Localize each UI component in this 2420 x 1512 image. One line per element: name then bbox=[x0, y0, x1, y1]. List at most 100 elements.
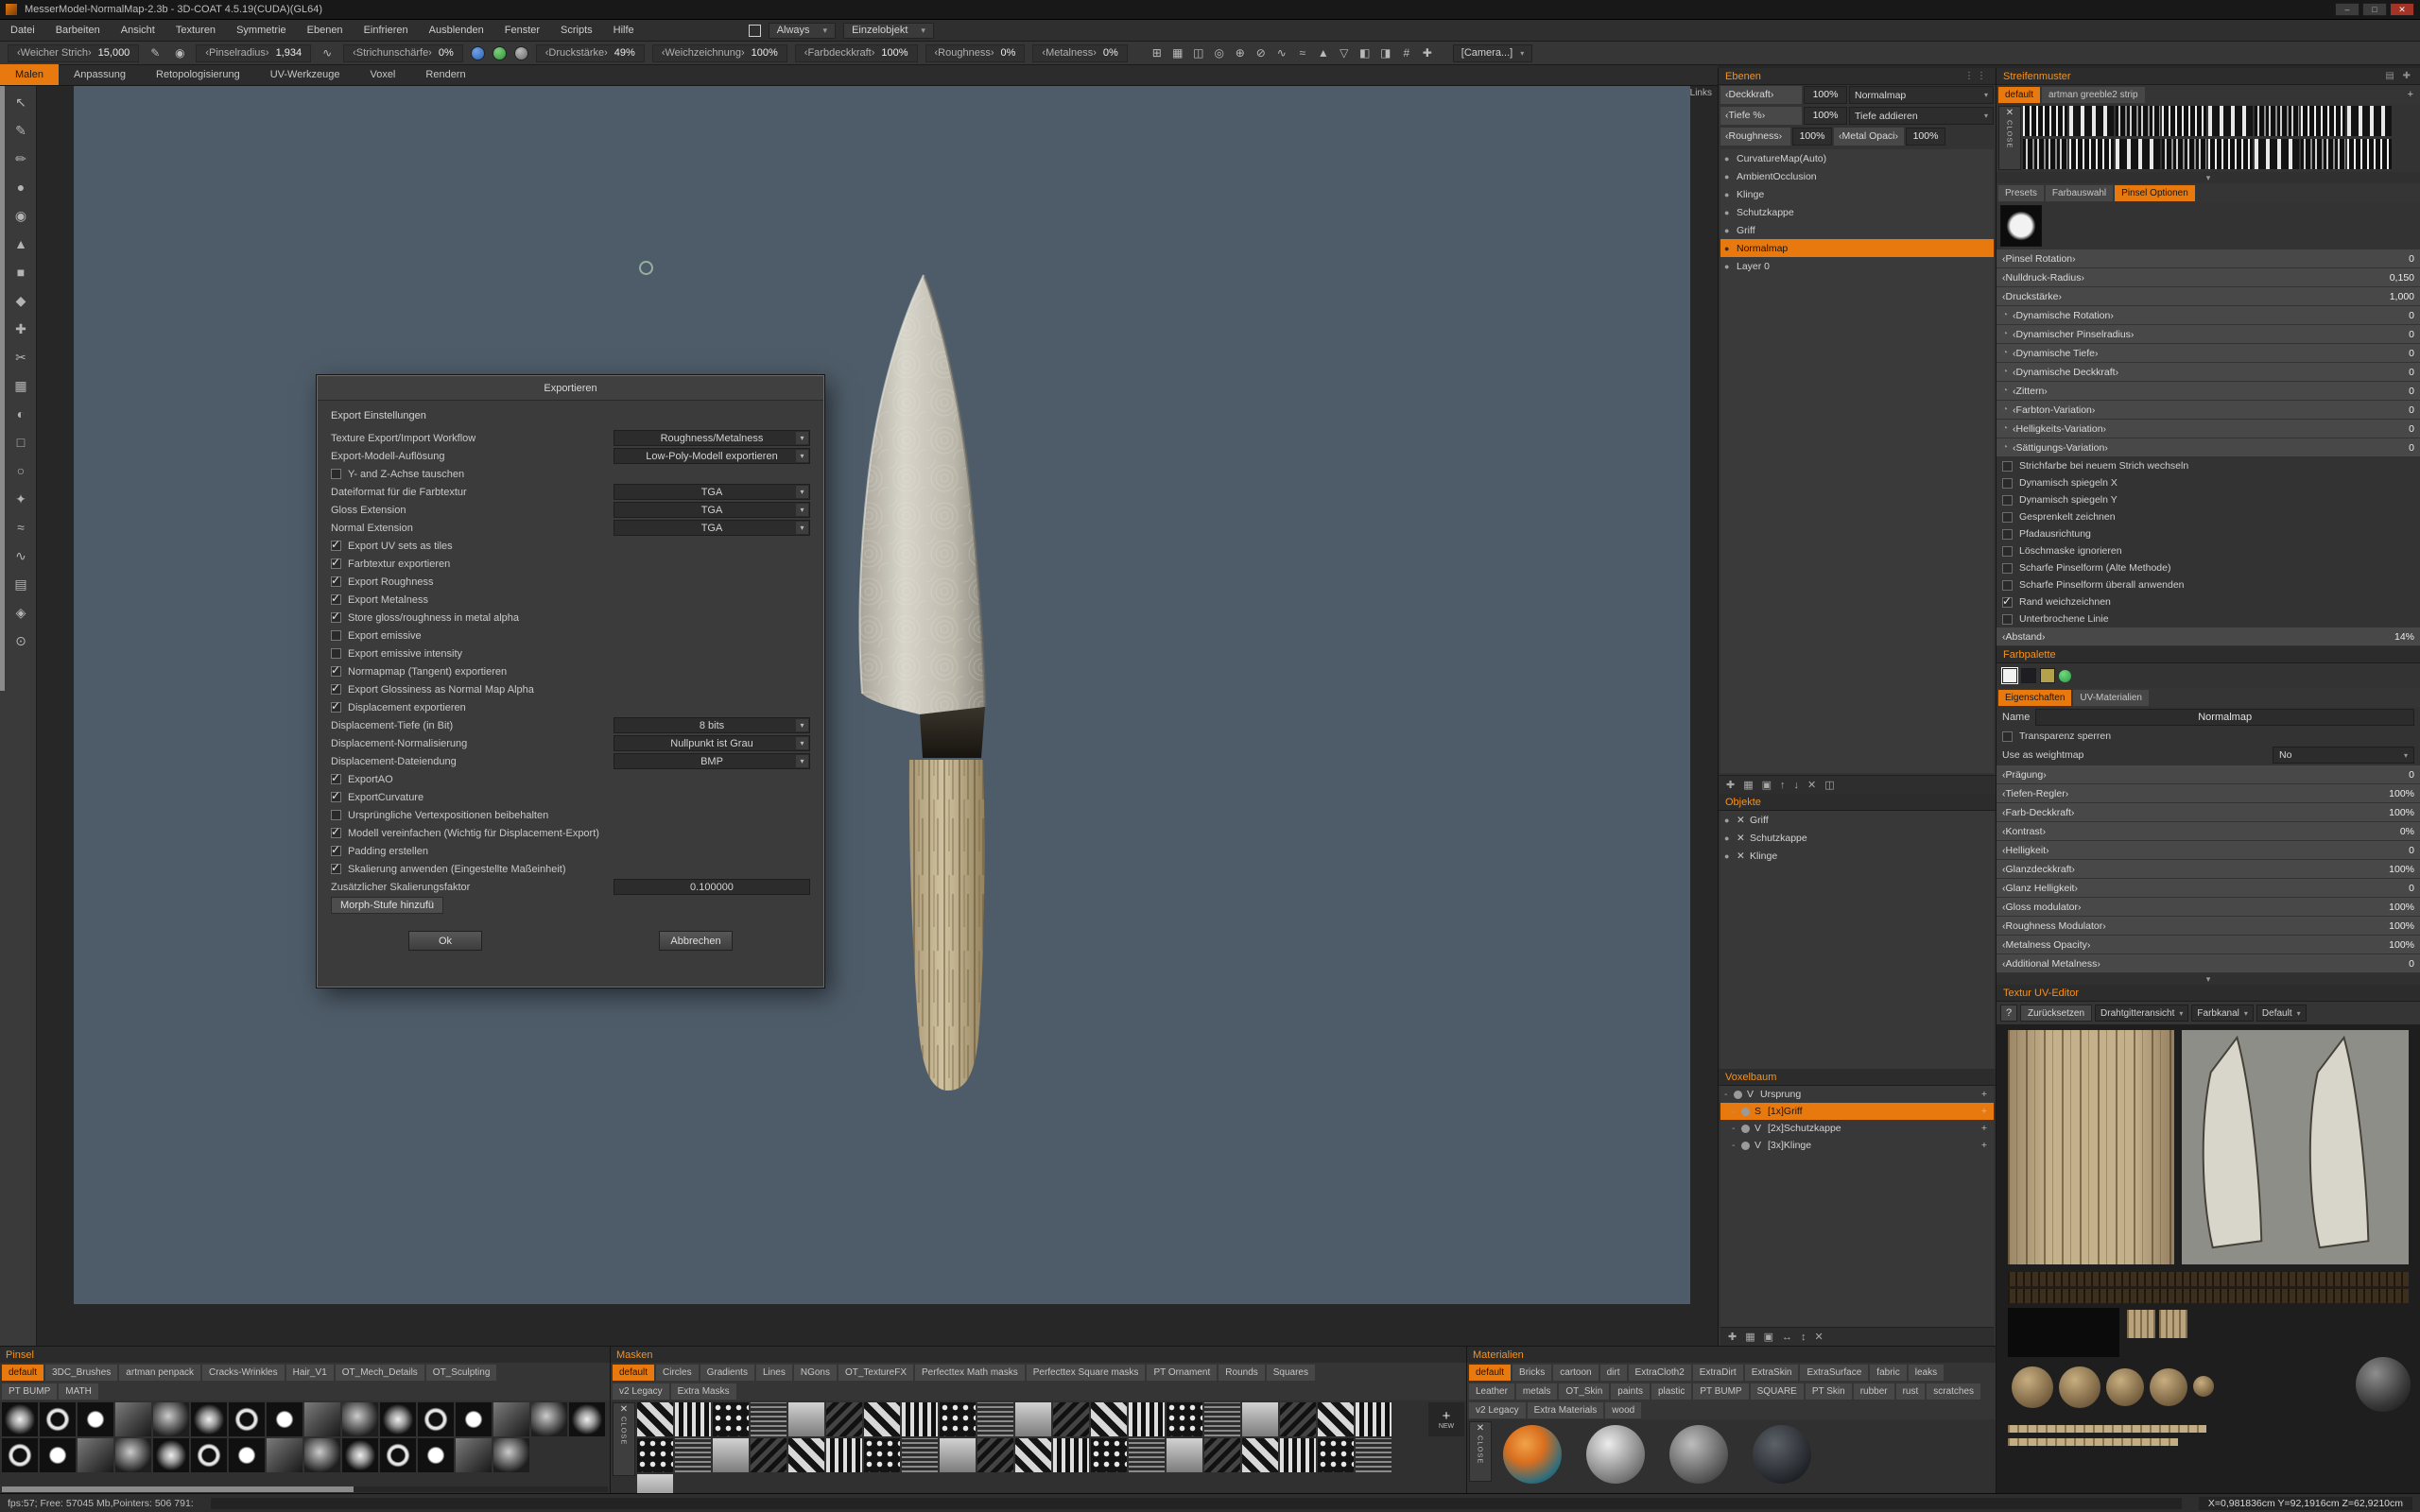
mask-category-tab[interactable]: Perfecttex Math masks bbox=[915, 1365, 1025, 1381]
material-sphere[interactable] bbox=[1586, 1425, 1645, 1484]
blend-mode-dropdown[interactable]: Normalmap▾ bbox=[1849, 86, 1994, 104]
thumbnail[interactable] bbox=[1015, 1438, 1051, 1472]
thumbnail[interactable] bbox=[2, 1402, 38, 1436]
option-checkbox[interactable]: Gesprenkelt zeichnen bbox=[1996, 508, 2420, 525]
depth-mode-dropdown[interactable]: Tiefe addieren▾ bbox=[1849, 107, 1994, 125]
thumbnail[interactable] bbox=[267, 1402, 302, 1436]
option-checkbox[interactable]: Scharfe Pinselform überall anwenden bbox=[1996, 576, 2420, 593]
uv-island-circle[interactable] bbox=[2106, 1368, 2144, 1406]
option-checkbox[interactable]: Rand weichzeichnen bbox=[1996, 593, 2420, 610]
menu-item[interactable]: Fenster bbox=[494, 20, 550, 42]
dialog-dropdown[interactable]: TGA ▾ bbox=[614, 520, 810, 536]
pattern-tab[interactable]: artman greeble2 strip bbox=[2042, 87, 2145, 103]
thumbnail[interactable] bbox=[1318, 1402, 1354, 1436]
mask-category-tab[interactable]: NGons bbox=[794, 1365, 837, 1381]
option-checkbox[interactable]: Pfadausrichtung bbox=[1996, 525, 2420, 542]
checkbox-icon[interactable] bbox=[331, 648, 341, 659]
thumbnail[interactable] bbox=[2347, 106, 2392, 136]
property-slider[interactable]: ‹Tiefen-Regler› 100% bbox=[1996, 784, 2420, 802]
option-checkbox[interactable]: Dynamisch spiegeln Y bbox=[1996, 491, 2420, 508]
chevron-down-icon[interactable]: ▾ bbox=[796, 432, 808, 444]
toolbar-icon[interactable]: ≈ bbox=[1294, 44, 1311, 61]
options-tab[interactable]: Presets bbox=[1998, 185, 2044, 201]
layer-row[interactable]: ● CurvatureMap(Auto) bbox=[1720, 149, 1994, 167]
brush-field-metalness[interactable]: ‹Metalness›0% bbox=[1032, 44, 1127, 62]
thumbnail[interactable] bbox=[1167, 1438, 1202, 1472]
toolbar-icon[interactable]: ▲ bbox=[1315, 44, 1332, 61]
dialog-row[interactable]: Padding erstellen ▾ bbox=[331, 842, 810, 860]
wireframe-dropdown[interactable]: Drahtgitteransicht▾ bbox=[2095, 1005, 2188, 1022]
left-tool-icon[interactable]: □ bbox=[8, 428, 34, 456]
swatch-white[interactable] bbox=[2002, 668, 2017, 683]
left-tool-icon[interactable]: ■ bbox=[8, 258, 34, 286]
option-slider[interactable]: ‹Dynamische Deckkraft› 0 bbox=[1996, 363, 2420, 381]
thumbnail[interactable] bbox=[675, 1438, 711, 1472]
option-slider[interactable]: ‹Sättigungs-Variation› 0 bbox=[1996, 438, 2420, 456]
environment-sphere[interactable] bbox=[2356, 1357, 2411, 1412]
transparenz-checkbox[interactable]: Transparenz sperren bbox=[1996, 728, 2420, 745]
property-slider[interactable]: ‹Helligkeit› 0 bbox=[1996, 841, 2420, 859]
room-tab[interactable]: Malen bbox=[0, 64, 59, 85]
dialog-title[interactable]: Exportieren bbox=[318, 376, 823, 401]
thumbnail[interactable] bbox=[713, 1402, 749, 1436]
layer-row[interactable]: ● Schutzkappe bbox=[1720, 203, 1994, 221]
layer-action-icon[interactable]: ↑ bbox=[1780, 780, 1786, 791]
uv-island-circle[interactable] bbox=[2059, 1366, 2100, 1408]
menu-item[interactable]: Ausblenden bbox=[419, 20, 494, 42]
material-sphere[interactable] bbox=[1503, 1425, 1562, 1484]
thumbnail[interactable] bbox=[2069, 139, 2114, 169]
uv-island-circle[interactable] bbox=[2193, 1376, 2214, 1397]
thumbnail[interactable] bbox=[940, 1438, 976, 1472]
thumbnail[interactable] bbox=[1356, 1402, 1392, 1436]
chevron-down-icon[interactable]: ▾ bbox=[796, 450, 808, 462]
horizontal-scrollbar[interactable] bbox=[2, 1486, 608, 1492]
dialog-row[interactable]: Dateiformat für die Farbtextur TGA ▾ bbox=[331, 483, 810, 501]
chevron-down-icon[interactable]: ▾ bbox=[796, 755, 808, 767]
thumbnail[interactable] bbox=[1356, 1438, 1392, 1472]
property-slider[interactable]: ‹Prägung› 0 bbox=[1996, 765, 2420, 783]
checkbox-icon[interactable] bbox=[2002, 478, 2013, 489]
layer-action-icon[interactable]: ↓ bbox=[1794, 780, 1800, 791]
brush-field-weichzeichnung[interactable]: ‹Weichzeichnung›100% bbox=[652, 44, 787, 62]
property-slider[interactable]: ‹Metalness Opacity› 100% bbox=[1996, 936, 2420, 954]
thumbnail[interactable] bbox=[864, 1438, 900, 1472]
mask-category-tab[interactable]: PT Ornament bbox=[1147, 1365, 1217, 1381]
material-category-tab[interactable]: PT BUMP bbox=[1693, 1383, 1748, 1400]
thumbnail[interactable] bbox=[1129, 1438, 1165, 1472]
chevron-down-icon[interactable]: ▾ bbox=[796, 737, 808, 749]
thumbnail[interactable] bbox=[1091, 1438, 1127, 1472]
tiefe-value[interactable]: 100% bbox=[1804, 107, 1847, 125]
dialog-row[interactable]: Store gloss/roughness in metal alpha ▾ bbox=[331, 609, 810, 627]
layer-action-icon[interactable]: ✚ bbox=[1726, 779, 1735, 791]
thumbnail[interactable] bbox=[940, 1402, 976, 1436]
material-category-tab[interactable]: dirt bbox=[1600, 1365, 1627, 1381]
layer-row[interactable]: ● Normalmap bbox=[1720, 239, 1994, 257]
thumbnail[interactable] bbox=[2069, 106, 2114, 136]
option-slider[interactable]: ‹Dynamische Rotation› 0 bbox=[1996, 306, 2420, 324]
dialog-row[interactable]: Export Metalness ▾ bbox=[331, 591, 810, 609]
voxel-action-icon[interactable]: ↔ bbox=[1782, 1332, 1792, 1343]
swatch-green[interactable] bbox=[2059, 670, 2071, 682]
property-slider[interactable]: ‹Kontrast› 0% bbox=[1996, 822, 2420, 840]
dialog-row[interactable]: Export-Modell-Auflösung Low-Poly-Modell … bbox=[331, 447, 810, 465]
layer-action-icon[interactable]: ◫ bbox=[1824, 779, 1834, 791]
thumbnail[interactable] bbox=[1204, 1402, 1240, 1436]
material-category-tab[interactable]: PT Skin bbox=[1806, 1383, 1852, 1400]
property-slider[interactable]: ‹Glanz Helligkeit› 0 bbox=[1996, 879, 2420, 897]
brush-field-farbdeckkraft[interactable]: ‹Farbdeckkraft›100% bbox=[795, 44, 918, 62]
thumbnail[interactable] bbox=[115, 1438, 151, 1472]
voxel-node[interactable]: - V [3x]Klinge + bbox=[1720, 1137, 1994, 1154]
thumbnail[interactable] bbox=[380, 1402, 416, 1436]
visibility-icon[interactable]: ● bbox=[1724, 262, 1737, 271]
brush-field-strichunschaerfe[interactable]: ‹Strichunschärfe›0% bbox=[343, 44, 463, 62]
checkbox-icon[interactable] bbox=[2002, 580, 2013, 591]
thumbnail[interactable] bbox=[456, 1402, 492, 1436]
checkbox-icon[interactable] bbox=[331, 684, 341, 695]
room-tab[interactable]: Rendern bbox=[410, 64, 480, 85]
thumbnail[interactable] bbox=[1242, 1438, 1278, 1472]
checkbox-icon[interactable] bbox=[331, 810, 341, 820]
voxel-node[interactable]: - S [1x]Griff + bbox=[1720, 1103, 1994, 1120]
dialog-row[interactable]: Morph-Stufe hinzufü ▾ bbox=[331, 896, 810, 914]
thumbnail[interactable] bbox=[153, 1438, 189, 1472]
thumbnail[interactable] bbox=[191, 1402, 227, 1436]
